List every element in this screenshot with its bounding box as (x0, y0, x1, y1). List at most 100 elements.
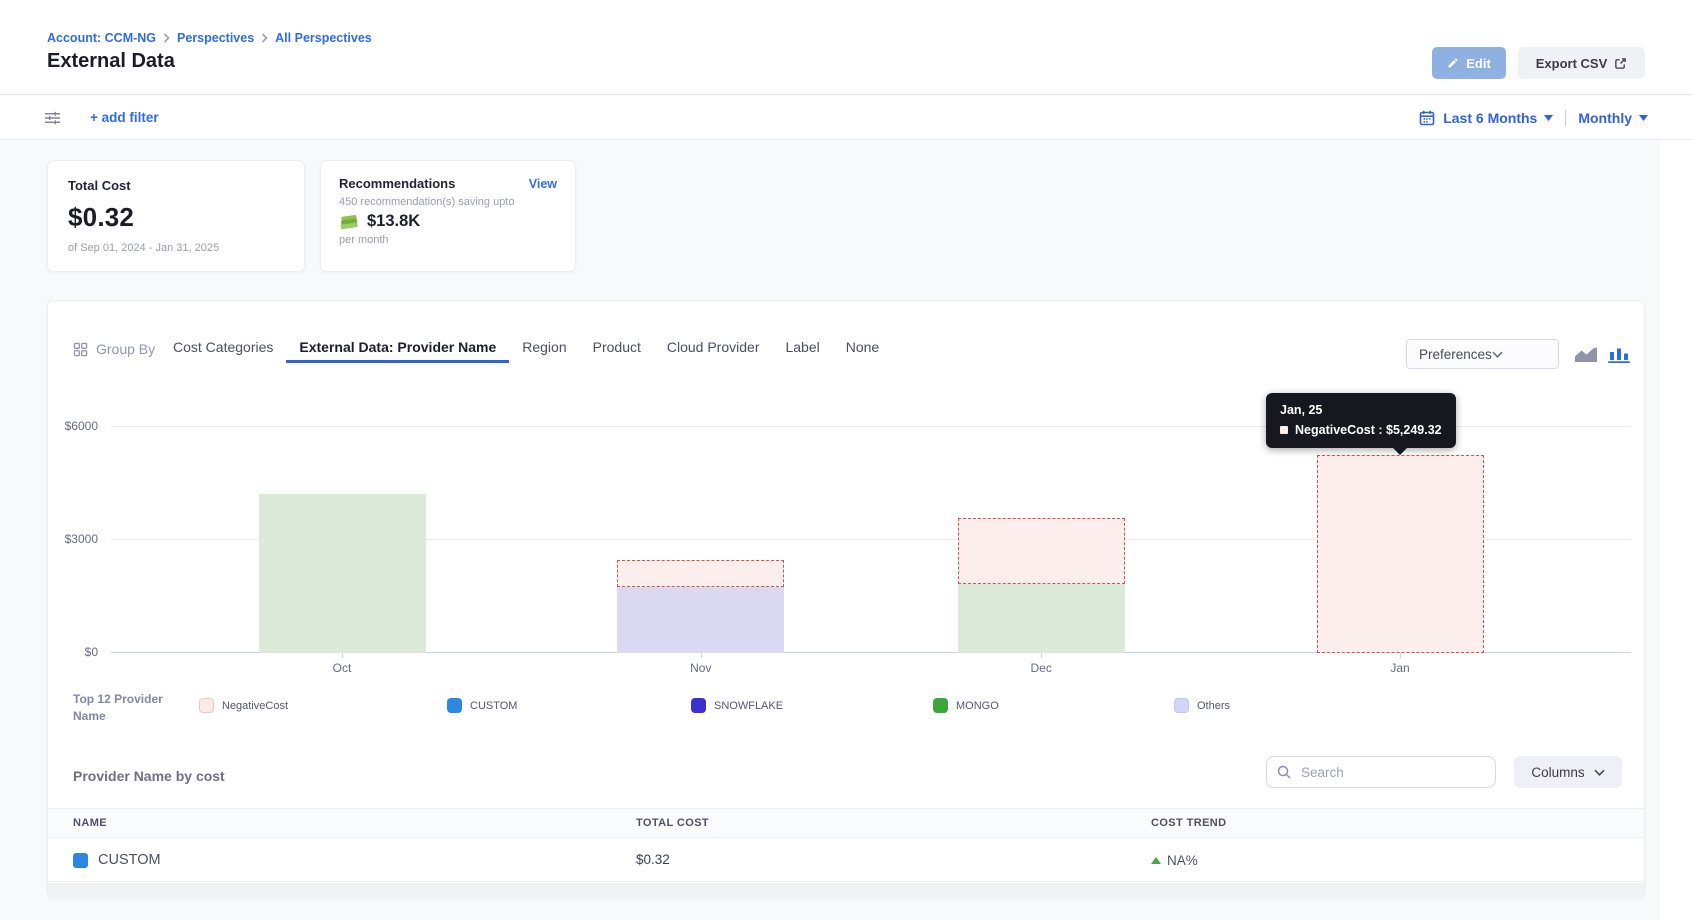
bar-segment-negativecost-dec[interactable] (958, 518, 1125, 584)
total-cost-title: Total Cost (68, 178, 284, 193)
legend-title: Top 12 Provider Name (73, 691, 163, 725)
bar-segment-snowflake-nov[interactable] (617, 587, 784, 653)
legend-swatch (447, 698, 462, 713)
legend-label: NegativeCost (222, 700, 288, 712)
calendar-icon (1419, 110, 1435, 126)
legend-item-snowflake[interactable]: SNOWFLAKE (691, 698, 783, 713)
right-gutter (1660, 140, 1692, 920)
legend-item-negativecost[interactable]: NegativeCost (199, 698, 288, 713)
legend-swatch (199, 698, 214, 713)
legend-label: Others (1197, 700, 1230, 712)
table-title: Provider Name by cost (73, 768, 225, 784)
provider-color-swatch (73, 853, 88, 868)
columns-button[interactable]: Columns (1514, 756, 1622, 788)
tooltip-title: Jan, 25 (1280, 403, 1442, 417)
table-header-row: NAME TOTAL COST COST TREND (48, 808, 1644, 838)
legend-swatch (691, 698, 706, 713)
page-root: Account: CCM-NG Perspectives All Perspec… (0, 0, 1692, 920)
group-by-tabs: Cost Categories External Data: Provider … (160, 323, 892, 363)
recommendations-frequency: per month (339, 234, 557, 246)
export-csv-label: Export CSV (1536, 56, 1608, 71)
grid-icon (73, 342, 88, 357)
filter-bar: + add filter Last 6 Months Monthly (0, 96, 1692, 140)
columns-button-label: Columns (1531, 765, 1584, 780)
breadcrumb-perspectives[interactable]: Perspectives (177, 31, 254, 45)
y-axis-label-6000: $6000 (48, 419, 98, 433)
legend-item-custom[interactable]: CUSTOM (447, 698, 517, 713)
tab-external-data-provider-name[interactable]: External Data: Provider Name (286, 323, 509, 363)
bar-segment-mongo-oct[interactable] (259, 494, 426, 653)
perspective-chart-card: Group By Cost Categories External Data: … (47, 300, 1645, 898)
column-header-total-cost: TOTAL COST (636, 809, 709, 837)
preferences-dropdown[interactable]: Preferences (1406, 339, 1559, 369)
legend-swatch (933, 698, 948, 713)
money-icon (339, 213, 360, 230)
search-input[interactable] (1299, 764, 1485, 781)
add-filter-button[interactable]: + add filter (90, 110, 159, 125)
chevron-right-icon (261, 33, 268, 43)
edit-button-label: Edit (1466, 56, 1491, 71)
granularity-picker[interactable]: Monthly (1578, 110, 1648, 126)
bar-segment-negativecost-nov[interactable] (617, 560, 784, 587)
tab-region[interactable]: Region (509, 323, 579, 363)
bar-segment-negativecost-jan[interactable] (1317, 455, 1484, 653)
time-controls: Last 6 Months Monthly (1419, 110, 1648, 126)
sliders-icon[interactable] (44, 111, 61, 125)
chart-type-toggle (1574, 346, 1630, 363)
triangle-down-icon (1544, 115, 1553, 121)
total-cost-period: of Sep 01, 2024 - Jan 31, 2025 (68, 242, 284, 254)
divider (1565, 110, 1566, 126)
time-range-picker[interactable]: Last 6 Months (1443, 110, 1553, 126)
recommendations-title: Recommendations (339, 176, 455, 191)
column-header-name: NAME (73, 809, 107, 837)
recommendations-card: Recommendations View 450 recommendation(… (320, 160, 576, 272)
legend-item-mongo[interactable]: MONGO (933, 698, 999, 713)
column-header-cost-trend: COST TREND (1151, 809, 1227, 837)
row-provider-name: CUSTOM (98, 852, 161, 868)
gridline-6000 (111, 426, 1631, 427)
tooltip-series-swatch (1280, 426, 1288, 434)
legend-label: CUSTOM (470, 700, 517, 712)
legend-swatch (1174, 698, 1189, 713)
chart-tooltip: Jan, 25 NegativeCost : $5,249.32 (1266, 393, 1456, 448)
tab-cloud-provider[interactable]: Cloud Provider (654, 323, 773, 363)
edit-button[interactable]: Edit (1432, 47, 1506, 79)
bar-segment-mongo-dec[interactable] (958, 584, 1125, 653)
total-cost-card: Total Cost $0.32 of Sep 01, 2024 - Jan 3… (47, 160, 305, 272)
area-chart-icon[interactable] (1574, 346, 1598, 363)
tab-none[interactable]: None (833, 323, 892, 363)
header-actions: Edit Export CSV (1432, 47, 1645, 79)
legend-title-line1: Top 12 Provider (73, 691, 163, 708)
group-by-text: Group By (96, 341, 155, 357)
x-axis-tick (701, 653, 702, 658)
next-row-partial (48, 883, 1644, 899)
recommendations-amount: $13.8K (367, 212, 420, 231)
page-header: Account: CCM-NG Perspectives All Perspec… (0, 0, 1692, 95)
preferences-label: Preferences (1419, 347, 1492, 362)
chevron-down-icon (1492, 351, 1503, 358)
magnifier-icon (1277, 765, 1291, 779)
tab-label[interactable]: Label (772, 323, 832, 363)
tooltip-text: NegativeCost : $5,249.32 (1295, 423, 1442, 437)
column-chart-icon[interactable] (1608, 346, 1630, 363)
recommendations-subtitle: 450 recommendation(s) saving upto (339, 196, 557, 208)
table-search (1266, 756, 1496, 788)
granularity-value: Monthly (1578, 110, 1632, 126)
tab-cost-categories[interactable]: Cost Categories (160, 323, 286, 363)
row-total-cost: $0.32 (636, 838, 670, 882)
x-axis-tick (1400, 653, 1401, 658)
recommendations-view-link[interactable]: View (529, 177, 557, 191)
group-by-label: Group By (73, 341, 155, 357)
tab-product[interactable]: Product (580, 323, 654, 363)
legend-item-others[interactable]: Others (1174, 698, 1230, 713)
pencil-icon (1447, 57, 1459, 69)
breadcrumb-all-perspectives[interactable]: All Perspectives (275, 31, 372, 45)
x-axis-label-jan: Jan (1360, 661, 1440, 675)
chevron-right-icon (163, 33, 170, 43)
legend-title-line2: Name (73, 708, 163, 725)
time-range-value: Last 6 Months (1443, 110, 1537, 126)
export-csv-button[interactable]: Export CSV (1518, 47, 1645, 79)
table-row[interactable]: CUSTOM $0.32 NA% (48, 838, 1644, 882)
x-axis-label-nov: Nov (661, 661, 741, 675)
breadcrumb-account[interactable]: Account: CCM-NG (47, 31, 156, 45)
